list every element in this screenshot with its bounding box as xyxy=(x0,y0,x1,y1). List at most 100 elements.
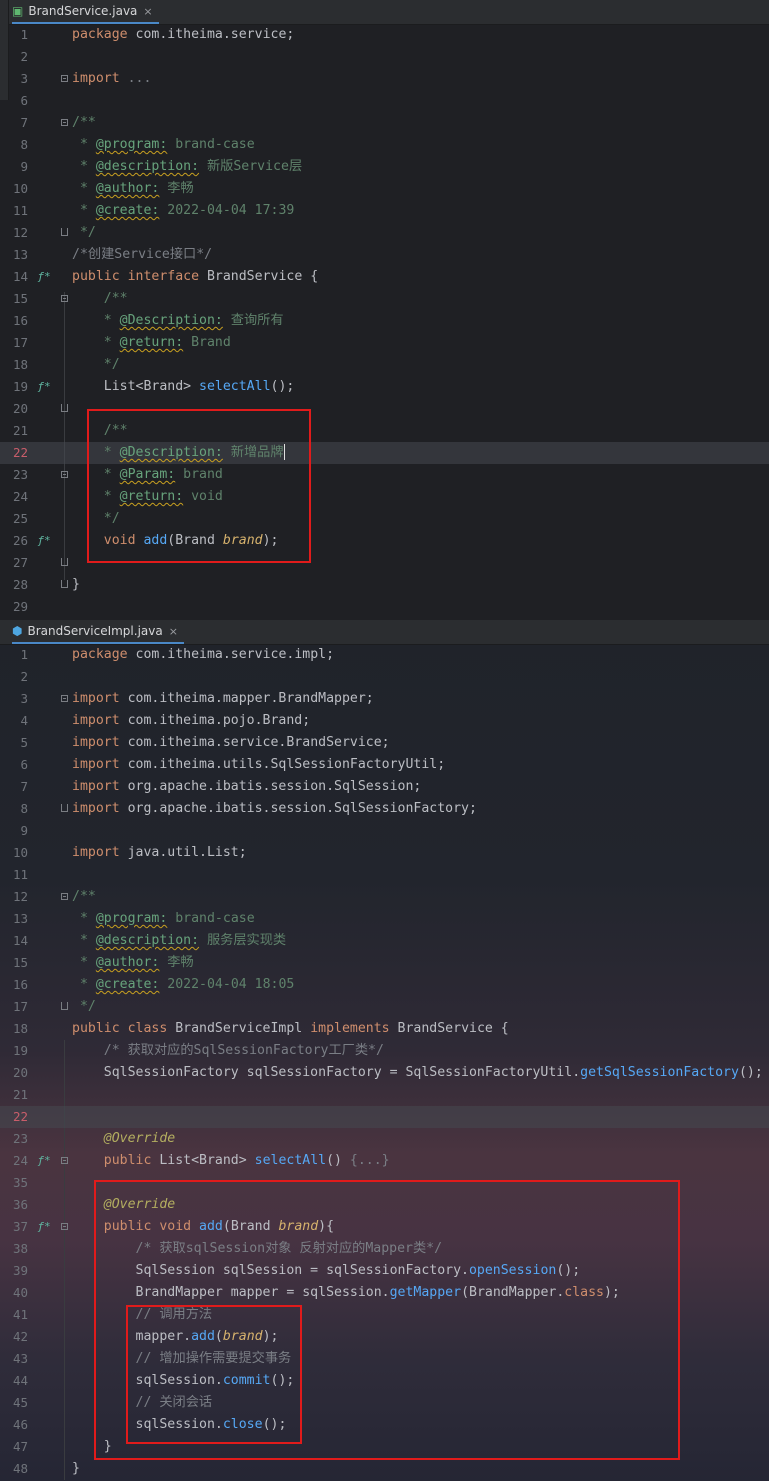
implemented-gutter-icon[interactable]: ƒ* xyxy=(37,530,51,552)
fold-toggle-icon[interactable] xyxy=(61,471,68,478)
code-line[interactable]: 2 xyxy=(0,46,769,68)
code-line[interactable]: 9 * @description: 新版Service层 xyxy=(0,156,769,178)
code-line[interactable]: 15 * @author: 李畅 xyxy=(0,952,769,974)
code-line[interactable]: 14 * @description: 服务层实现类 xyxy=(0,930,769,952)
code-token: 服务层实现类 xyxy=(199,933,287,948)
code-line[interactable]: 10 * @author: 李畅 xyxy=(0,178,769,200)
code-line[interactable]: 6 import com.itheima.utils.SqlSessionFact… xyxy=(0,754,769,776)
code-line[interactable]: 24 ƒ* public List<Brand> selectAll() {...… xyxy=(0,1150,769,1172)
code-line[interactable]: 13 * @program: brand-case xyxy=(0,908,769,930)
line-number: 10 xyxy=(12,845,28,860)
line-number: 13 xyxy=(12,911,28,926)
code-line[interactable]: 17 */ xyxy=(0,996,769,1018)
code-line[interactable]: 13 /*创建Service接口*/ xyxy=(0,244,769,266)
fold-toggle-icon[interactable] xyxy=(61,119,68,126)
editor-pane-brandserviceimpl[interactable]: ⬢ BrandServiceImpl.java × 1 package com.i… xyxy=(0,620,769,1481)
line-number: 14 xyxy=(12,933,28,948)
fold-end-icon[interactable] xyxy=(61,804,68,812)
fold-end-icon[interactable] xyxy=(61,580,68,588)
code-text: import com.itheima.utils.SqlSessionFacto… xyxy=(72,754,445,776)
code-line[interactable]: 22 xyxy=(0,1106,769,1128)
code-line[interactable]: 8 import org.apache.ibatis.session.SqlSes… xyxy=(0,798,769,820)
code-line[interactable]: 21 xyxy=(0,1084,769,1106)
code-line[interactable]: 17 * @return: Brand xyxy=(0,332,769,354)
code-line[interactable]: 23 @Override xyxy=(0,1128,769,1150)
code-line[interactable]: 16 * @create: 2022-04-04 18:05 xyxy=(0,974,769,996)
code-token: selectAll xyxy=(254,1153,327,1168)
line-number: 1 xyxy=(20,647,28,662)
line-number: 28 xyxy=(12,577,28,592)
code-line[interactable]: 7 /** xyxy=(0,112,769,134)
editor-pane-brandservice[interactable]: ▣ BrandService.java × 1 package com.ithei… xyxy=(0,0,769,620)
code-line[interactable]: 9 xyxy=(0,820,769,842)
close-tab-icon[interactable]: × xyxy=(169,625,178,638)
code-token: * xyxy=(72,137,96,152)
code-token: * xyxy=(72,159,96,174)
code-token: @program: xyxy=(95,137,168,152)
code-line[interactable]: 7 import org.apache.ibatis.session.SqlSes… xyxy=(0,776,769,798)
code-line[interactable]: 4 import com.itheima.pojo.Brand; xyxy=(0,710,769,732)
code-line[interactable]: 8 * @program: brand-case xyxy=(0,134,769,156)
implemented-gutter-icon[interactable]: ƒ* xyxy=(37,266,51,288)
code-line[interactable]: 3 import com.itheima.mapper.BrandMapper; xyxy=(0,688,769,710)
line-number: 21 xyxy=(12,1087,28,1102)
code-text: * @author: 李畅 xyxy=(72,952,194,974)
code-text: import java.util.List; xyxy=(72,842,247,864)
fold-toggle-icon[interactable] xyxy=(61,75,68,82)
tab-label: BrandServiceImpl.java xyxy=(27,624,163,638)
line-number: 40 xyxy=(12,1285,28,1300)
code-line[interactable]: 19 /* 获取对应的SqlSessionFactory工厂类*/ xyxy=(0,1040,769,1062)
code-line[interactable]: 28} xyxy=(0,574,769,596)
code-line[interactable]: 18 public class BrandServiceImpl implemen… xyxy=(0,1018,769,1040)
tab-brandserviceimpl[interactable]: ⬢ BrandServiceImpl.java × xyxy=(12,620,184,644)
code-line[interactable]: 11 xyxy=(0,864,769,886)
line-number: 19 xyxy=(12,379,28,394)
code-line[interactable]: 11 * @create: 2022-04-04 17:39 xyxy=(0,200,769,222)
line-number: 1 xyxy=(20,27,28,42)
code-line[interactable]: 3 import ... xyxy=(0,68,769,90)
fold-end-icon[interactable] xyxy=(61,558,68,566)
code-text: import com.itheima.mapper.BrandMapper; xyxy=(72,688,374,710)
tab-label: BrandService.java xyxy=(28,4,138,18)
line-number: 16 xyxy=(12,977,28,992)
fold-end-icon[interactable] xyxy=(61,1002,68,1010)
implemented-gutter-icon[interactable]: ƒ* xyxy=(37,376,51,398)
code-line[interactable]: 29 xyxy=(0,596,769,618)
code-token: /* 获取对应的SqlSessionFactory工厂类*/ xyxy=(72,1043,384,1058)
code-line[interactable]: 12 /** xyxy=(0,886,769,908)
line-number: 44 xyxy=(12,1373,28,1388)
code-line[interactable]: 16 * @Description: 查询所有 xyxy=(0,310,769,332)
fold-toggle-icon[interactable] xyxy=(61,893,68,900)
line-number: 43 xyxy=(12,1351,28,1366)
close-tab-icon[interactable]: × xyxy=(143,5,152,18)
line-number: 17 xyxy=(12,999,28,1014)
code-line[interactable]: 15 /** xyxy=(0,288,769,310)
code-token: (); xyxy=(270,379,295,394)
code-line[interactable]: 14 ƒ* public interface BrandService { xyxy=(0,266,769,288)
code-line[interactable]: 18 */ xyxy=(0,354,769,376)
code-line[interactable]: 5 import com.itheima.service.BrandService… xyxy=(0,732,769,754)
override-gutter-icon[interactable]: ƒ* xyxy=(37,1216,51,1238)
code-line[interactable]: 2 xyxy=(0,666,769,688)
code-line[interactable]: 20 SqlSessionFactory sqlSessionFactory =… xyxy=(0,1062,769,1084)
code-token: brand-case xyxy=(167,911,255,926)
override-gutter-icon[interactable]: ƒ* xyxy=(37,1150,51,1172)
fold-toggle-icon[interactable] xyxy=(61,1223,68,1230)
fold-toggle-icon[interactable] xyxy=(61,295,68,302)
fold-toggle-icon[interactable] xyxy=(61,1157,68,1164)
line-number: 24 xyxy=(12,1153,28,1168)
fold-end-icon[interactable] xyxy=(61,404,68,412)
tab-brandservice[interactable]: ▣ BrandService.java × xyxy=(12,0,159,24)
fold-end-icon[interactable] xyxy=(61,228,68,236)
code-token: com.itheima.pojo.Brand; xyxy=(127,713,311,728)
code-line[interactable]: 6 xyxy=(0,90,769,112)
code-line[interactable]: 1 package com.itheima.service.impl; xyxy=(0,644,769,666)
code-line[interactable]: 10 import java.util.List; xyxy=(0,842,769,864)
code-line[interactable]: 1 package com.itheima.service; xyxy=(0,24,769,46)
code-line[interactable]: 12 */ xyxy=(0,222,769,244)
code-line[interactable]: 19 ƒ* List<Brand> selectAll(); xyxy=(0,376,769,398)
fold-toggle-icon[interactable] xyxy=(61,695,68,702)
code-line[interactable]: 48} xyxy=(0,1458,769,1480)
code-text: import com.itheima.pojo.Brand; xyxy=(72,710,310,732)
line-number: 3 xyxy=(20,71,28,86)
